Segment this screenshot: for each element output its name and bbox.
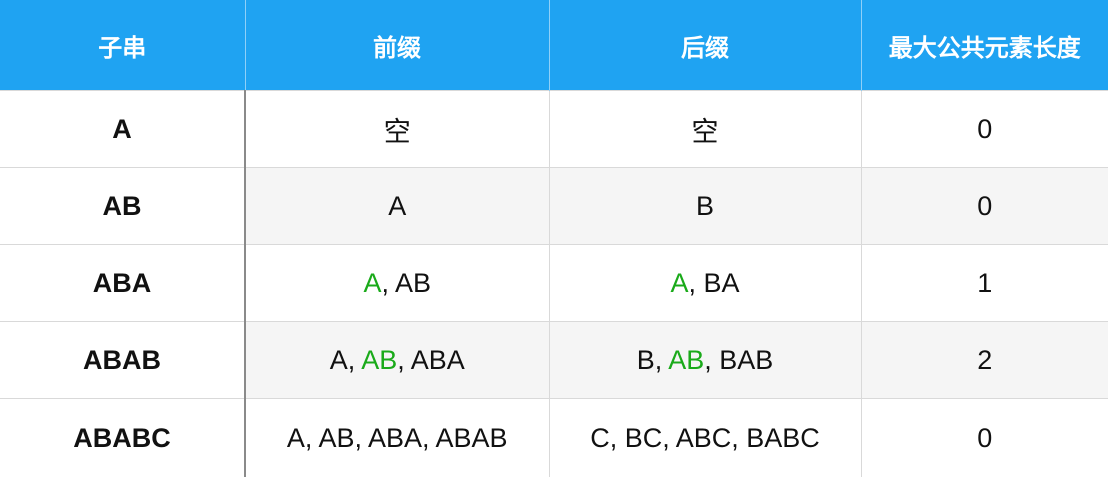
- element-text: 空: [691, 116, 719, 148]
- cell-max-common-length: 1: [861, 244, 1108, 322]
- highlighted-common-element: A: [670, 267, 689, 298]
- cell-prefixes: A, AB, ABA: [245, 321, 550, 399]
- header-max-common-length: 最大公共元素长度: [861, 0, 1108, 91]
- cell-suffixes: B, AB, BAB: [549, 321, 862, 399]
- element-text: ABA: [410, 344, 465, 375]
- kmp-prefix-suffix-table: 子串 前缀 后缀 最大公共元素长度 A 空空 0 AB A B 0 ABA A, AB A, BA…: [0, 0, 1108, 477]
- kmp-table-container: 子串 前缀 后缀 最大公共元素长度 A 空空 0 AB A B 0 ABA A, AB A, BA…: [0, 0, 1108, 478]
- element-text: C, BC, ABC, BABC: [590, 422, 820, 453]
- header-row: 子串 前缀 后缀 最大公共元素长度: [0, 0, 1108, 91]
- table-row: A 空 空 0: [0, 90, 1108, 168]
- highlighted-common-element: A: [363, 267, 382, 298]
- table-row: ABABC A, AB, ABA, ABAB C, BC, ABC, BABC 0: [0, 398, 1108, 477]
- element-text: AB: [395, 267, 432, 298]
- cell-max-common-length: 0: [861, 167, 1108, 245]
- cell-prefixes: 空: [245, 90, 550, 168]
- element-text: ,: [347, 344, 362, 375]
- element-text: 空: [383, 116, 411, 148]
- element-text: ,: [397, 344, 411, 375]
- element-text: A, AB, ABA, ABAB: [286, 422, 508, 453]
- element-text: B: [695, 190, 714, 221]
- cell-max-common-length: 0: [861, 90, 1108, 168]
- cell-prefixes: A, AB: [245, 244, 550, 322]
- element-text: BAB: [719, 344, 774, 375]
- cell-suffixes: C, BC, ABC, BABC: [549, 398, 862, 477]
- header-substring: 子串: [0, 0, 246, 91]
- element-text: ,: [688, 267, 704, 298]
- cell-max-common-length: 0: [861, 398, 1108, 477]
- cell-suffixes: A, BA: [549, 244, 862, 322]
- table-row: ABA A, AB A, BA 1: [0, 244, 1108, 322]
- table-row: AB A B 0: [0, 167, 1108, 245]
- header-suffix: 后缀: [549, 0, 862, 91]
- cell-substring: A: [0, 90, 246, 168]
- table-header: 子串 前缀 后缀 最大公共元素长度: [0, 0, 1108, 91]
- element-text: BA: [703, 267, 740, 298]
- cell-substring: AB: [0, 167, 246, 245]
- cell-prefixes: A, AB, ABA, ABAB: [245, 398, 550, 477]
- cell-substring: ABA: [0, 244, 246, 322]
- highlighted-common-element: AB: [668, 344, 705, 375]
- cell-suffixes: 空: [549, 90, 862, 168]
- table-row: ABAB A, AB, ABA B, AB, BAB 2: [0, 321, 1108, 399]
- cell-substring: ABAB: [0, 321, 246, 399]
- element-text: A: [329, 344, 348, 375]
- highlighted-common-element: AB: [361, 344, 398, 375]
- cell-max-common-length: 2: [861, 321, 1108, 399]
- header-prefix: 前缀: [245, 0, 550, 91]
- element-text: ,: [654, 344, 669, 375]
- table-body: A 空空 0 AB A B 0 ABA A, AB A, BA 1 ABAB A, AB, ABA B, …: [0, 90, 1108, 477]
- cell-prefixes: A: [245, 167, 550, 245]
- element-text: ,: [381, 267, 395, 298]
- cell-substring: ABABC: [0, 398, 246, 477]
- element-text: B: [636, 344, 655, 375]
- element-text: ,: [704, 344, 720, 375]
- element-text: A: [388, 190, 407, 221]
- cell-suffixes: B: [549, 167, 862, 245]
